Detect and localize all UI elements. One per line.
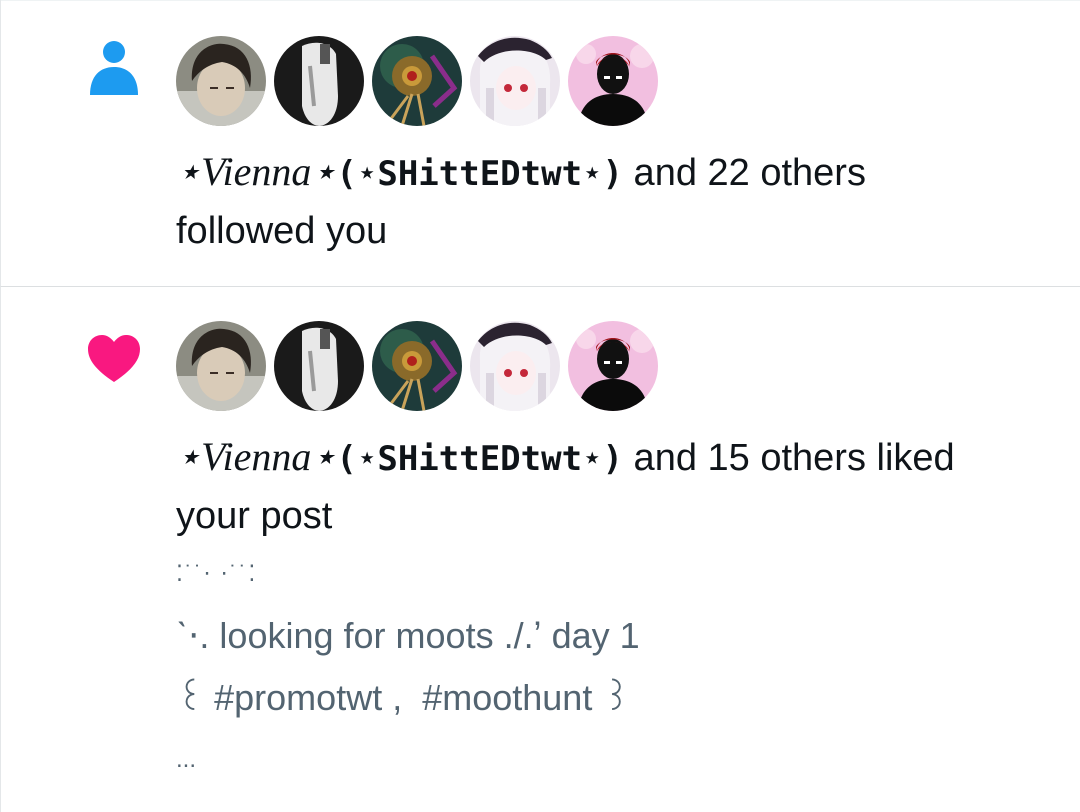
notification-summary: ⋆Vienna⋆(⋆SHittEDtwt⋆) and 22 others fol… [176, 143, 1056, 260]
preview-line: ⁚˙˙⋅ ⋅˙˙⁚ [176, 561, 258, 586]
person-icon [89, 40, 139, 101]
avatar[interactable] [372, 36, 462, 126]
heart-icon [86, 334, 142, 389]
summary-rest: and 22 others [623, 152, 866, 194]
actor-handle[interactable]: (⋆SHittEDtwt⋆) [336, 439, 623, 479]
avatar-row [176, 36, 658, 126]
preview-ellipsis: ... [176, 746, 197, 773]
avatar[interactable] [176, 321, 266, 411]
notification-summary: ⋆Vienna⋆(⋆SHittEDtwt⋆) and 15 others lik… [176, 428, 1056, 545]
preview-line: ˋ⋅. looking for moots ./.ʼ day 1 [176, 615, 640, 656]
avatar[interactable] [274, 36, 364, 126]
follow-notification[interactable]: ⋆Vienna⋆(⋆SHittEDtwt⋆) and 22 others fol… [0, 0, 1080, 287]
avatar-row [176, 321, 658, 411]
actor-name[interactable]: ⋆Vienna⋆ [176, 149, 336, 194]
preview-line: ꒰ #promotwt , #moothunt ꒱ [176, 677, 631, 718]
summary-rest: and 15 others liked [623, 437, 955, 479]
notifications-feed: ⋆Vienna⋆(⋆SHittEDtwt⋆) and 22 others fol… [0, 0, 1080, 812]
avatar[interactable] [176, 36, 266, 126]
avatar[interactable] [568, 321, 658, 411]
avatar[interactable] [470, 321, 560, 411]
avatar[interactable] [274, 321, 364, 411]
summary-line2: followed you [176, 210, 388, 252]
actor-name[interactable]: ⋆Vienna⋆ [176, 434, 336, 479]
avatar[interactable] [372, 321, 462, 411]
summary-line2: your post [176, 495, 333, 537]
avatar[interactable] [568, 36, 658, 126]
avatar[interactable] [470, 36, 560, 126]
like-notification[interactable]: ⋆Vienna⋆(⋆SHittEDtwt⋆) and 15 others lik… [0, 287, 1080, 812]
actor-handle[interactable]: (⋆SHittEDtwt⋆) [336, 154, 623, 194]
post-preview[interactable]: ⁚˙˙⋅ ⋅˙˙⁚ ˋ⋅. looking for moots ./.ʼ day… [176, 543, 1056, 791]
